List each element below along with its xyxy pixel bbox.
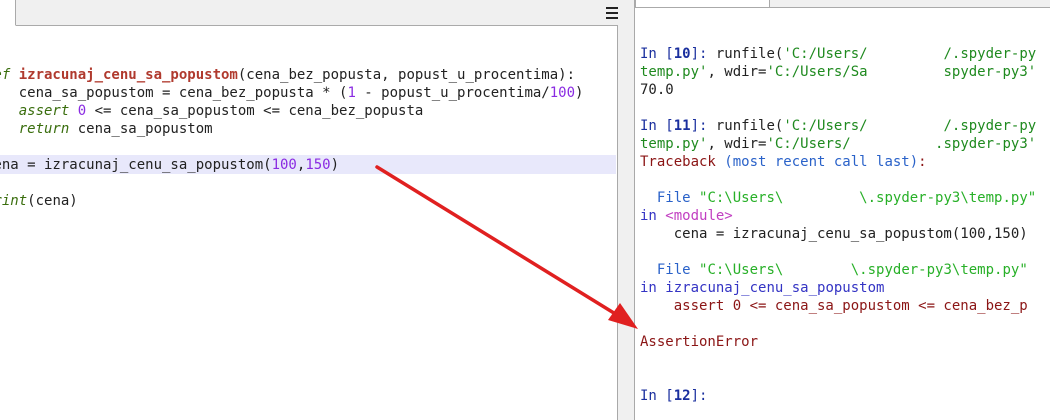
console-token: "C:\Users\ <box>699 190 784 206</box>
code-token: izracunaj_cenu_sa_popustom <box>18 67 238 83</box>
code-editor[interactable]: def izracunaj_cenu_sa_popustom(cena_bez_… <box>0 0 618 420</box>
console-token: 11 <box>673 118 691 134</box>
console-token: In [ <box>640 388 674 404</box>
console-token: in <box>640 208 666 224</box>
console-line: temp.py', wdir='C:/Users/ .spyder-py3' <box>640 135 1036 153</box>
console-token: 12 <box>673 388 691 404</box>
console-line: in <module> <box>640 207 733 225</box>
console-token: 'C:/Users/ <box>766 136 851 152</box>
hamburger-menu-icon[interactable] <box>606 6 618 20</box>
editor-tab-temp-py[interactable] <box>0 0 16 26</box>
redacted-text <box>867 63 944 81</box>
console-token: spyder-py3' <box>943 64 1037 80</box>
code-line: cena_sa_popustom = cena_bez_popusta * (1… <box>0 84 584 102</box>
code-token: 150 <box>305 157 331 173</box>
code-token: print <box>0 193 28 209</box>
pane-splitter[interactable] <box>618 0 634 420</box>
code-token: 100 <box>271 157 297 173</box>
ipython-console[interactable]: In [10]: runfile('C:/Users/ /.spyder-py t… <box>634 0 1050 420</box>
console-token: ]: <box>690 46 716 62</box>
code-token: <= cena_sa_popustom <= cena_bez_popusta <box>86 103 424 119</box>
console-token: in <box>640 280 666 296</box>
redacted-text <box>850 135 936 153</box>
code-token: ) <box>330 157 340 173</box>
console-token: , wdir= <box>707 136 767 152</box>
code-line: def izracunaj_cenu_sa_popustom(cena_bez_… <box>0 66 575 84</box>
code-token: assert <box>18 103 70 119</box>
console-token: File <box>640 190 700 206</box>
console-token: \.spyder-py3\temp.py" <box>850 262 1028 278</box>
console-token: .spyder-py3' <box>935 136 1037 152</box>
console-token: In [ <box>640 46 674 62</box>
code-line: cena = izracunaj_cenu_sa_popustom(100,15… <box>0 156 339 174</box>
editor-tab-bar <box>0 0 618 26</box>
console-token: ]: <box>690 388 716 404</box>
console-token: File <box>640 262 700 278</box>
redacted-text <box>867 45 944 63</box>
console-line: temp.py', wdir='C:/Users/Sa spyder-py3' <box>640 63 1036 81</box>
console-token: \.spyder-py3\temp.py" <box>859 190 1037 206</box>
console-token: /.spyder-py <box>943 46 1037 62</box>
console-line: 70.0 <box>640 81 674 99</box>
console-token: , wdir= <box>707 64 767 80</box>
console-line: In [10]: runfile('C:/Users/ /.spyder-py <box>640 45 1036 63</box>
code-token: 0 <box>77 103 87 119</box>
code-token: (cena_bez_popusta, popust_u_procentima): <box>237 67 576 83</box>
code-token: def <box>0 67 11 83</box>
console-line: Traceback (most recent call last): <box>640 153 927 171</box>
console-token: ]: <box>690 118 716 134</box>
code-token: 1 <box>347 85 356 101</box>
console-token: AssertionError <box>640 334 759 350</box>
redacted-text <box>783 261 851 279</box>
code-line: return cena_sa_popustom <box>0 120 213 138</box>
code-token: ) <box>575 85 584 101</box>
console-line: File "C:\Users\ \.spyder-py3\temp.py" <box>640 189 1036 207</box>
console-token: Traceback <box>640 154 725 170</box>
code-token: 100 <box>549 85 576 101</box>
console-token: cena = izracunaj_cenu_sa_popustom(100,15… <box>640 226 1028 242</box>
console-token: (most recent call last) <box>724 154 919 170</box>
code-token: cena = izracunaj_cenu_sa_popustom( <box>0 157 272 173</box>
console-line: in izracunaj_cenu_sa_popustom <box>640 279 884 297</box>
console-token: 'C:/Users/ <box>783 46 868 62</box>
code-line: assert 0 <= cena_sa_popustom <= cena_bez… <box>0 102 424 120</box>
console-token: 'C:/Users/Sa <box>766 64 868 80</box>
code-token: return <box>18 121 70 137</box>
console-token: <module> <box>665 208 733 224</box>
console-token: runfile( <box>715 46 784 62</box>
console-token: /.spyder-py <box>943 118 1037 134</box>
console-line: assert 0 <= cena_sa_popustom <= cena_bez… <box>640 297 1028 315</box>
console-token: 70.0 <box>640 82 674 98</box>
console-line: File "C:\Users\ \.spyder-py3\temp.py" <box>640 261 1028 279</box>
redacted-text <box>783 189 860 207</box>
console-line: In [11]: runfile('C:/Users/ /.spyder-py <box>640 117 1036 135</box>
redacted-text <box>867 117 944 135</box>
console-token: runfile( <box>715 118 784 134</box>
console-token: "C:\Users\ <box>699 262 784 278</box>
console-token: temp.py' <box>640 136 708 152</box>
console-token: : <box>918 154 927 170</box>
console-token: 'C:/Users/ <box>783 118 868 134</box>
console-line: AssertionError <box>640 333 758 351</box>
code-token: - popust_u_procentima/ <box>355 85 550 101</box>
console-line: In [12]: <box>640 387 716 405</box>
editor-divider <box>16 25 618 26</box>
console-token: temp.py' <box>640 64 708 80</box>
code-line: print(cena) <box>0 192 78 210</box>
code-token: cena_sa_popustom <box>77 121 213 137</box>
console-token: izracunaj_cenu_sa_popustom <box>665 280 885 296</box>
console-token: In [ <box>640 118 674 134</box>
console-token: assert 0 <= cena_sa_popustom <= cena_bez… <box>640 298 1028 314</box>
console-line: cena = izracunaj_cenu_sa_popustom(100,15… <box>640 225 1028 243</box>
code-token: cena_sa_popustom = cena_bez_popusta * ( <box>0 85 348 101</box>
code-token: (cena) <box>27 193 78 209</box>
console-tab[interactable] <box>635 0 770 8</box>
console-divider <box>770 7 1050 8</box>
console-token: 10 <box>673 46 691 62</box>
